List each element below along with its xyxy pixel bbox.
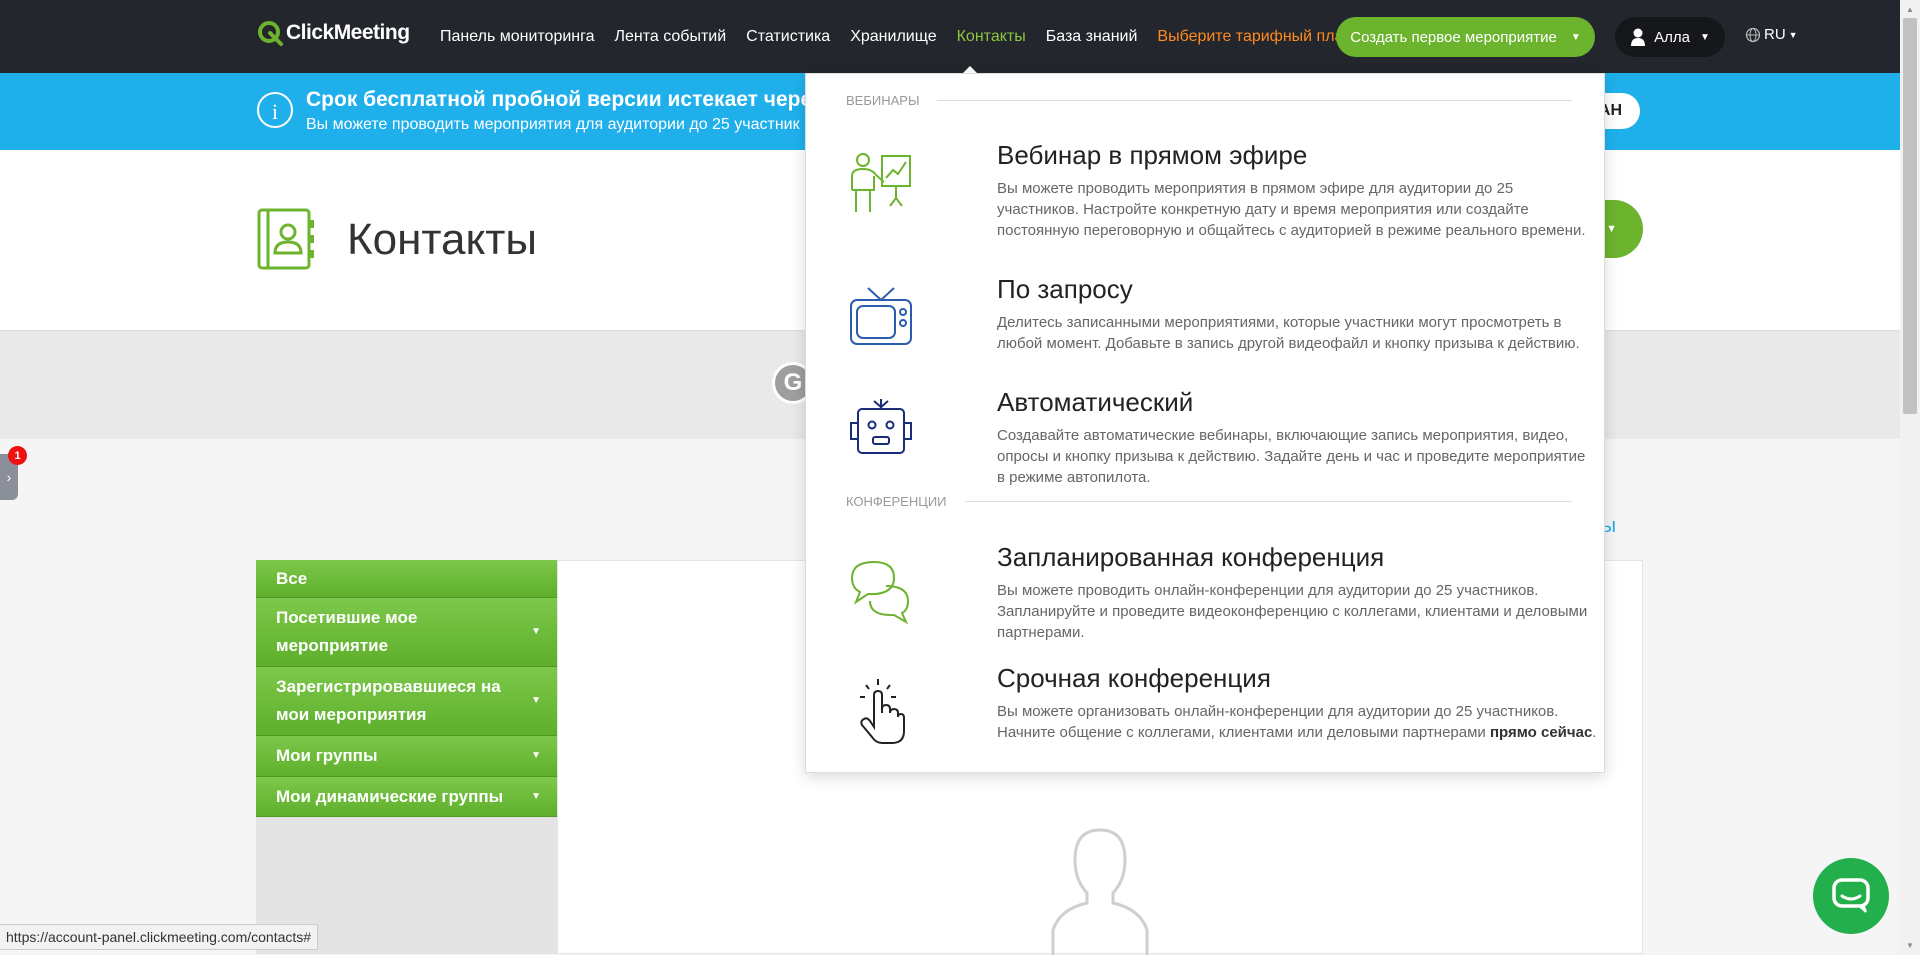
caret-down-icon: ▼ bbox=[1570, 31, 1581, 43]
sidebar-item-label: Мои динамические группы bbox=[276, 786, 504, 806]
menu-item-title: Запланированная конференция bbox=[997, 542, 1385, 572]
section-heading-webinars: Вебинары bbox=[846, 93, 1572, 108]
logo-icon bbox=[258, 21, 283, 46]
user-menu-button[interactable]: Алла ▼ bbox=[1615, 17, 1725, 57]
caret-down-icon: ▼ bbox=[1788, 29, 1798, 40]
menu-item-scheduled-conference[interactable]: Запланированная конференция Вы можете пр… bbox=[846, 542, 1587, 652]
menu-item-description: Вы можете организовать онлайн-конференци… bbox=[997, 701, 1597, 743]
main-nav: Панель мониторинга Лента событий Статист… bbox=[440, 0, 1372, 73]
presenter-icon bbox=[851, 153, 911, 212]
section-heading-label: Конференции bbox=[846, 494, 947, 509]
clickmeeting-logo[interactable]: ClickMeeting bbox=[257, 20, 410, 46]
user-avatar-icon bbox=[1631, 28, 1646, 46]
user-name: Алла bbox=[1654, 28, 1690, 46]
trial-title: Срок бесплатной пробной версии истекает … bbox=[306, 88, 823, 111]
sidebar-item-registered[interactable]: Зарегистрировавшиеся на мои мероприятия … bbox=[256, 667, 557, 736]
sidebar-item-attended[interactable]: Посетившие мое мероприятие ▼ bbox=[256, 598, 557, 667]
menu-item-title: Вебинар в прямом эфире bbox=[997, 140, 1308, 170]
sidebar-item-label: Все bbox=[276, 568, 308, 588]
nav-knowledge-base[interactable]: База знаний bbox=[1046, 28, 1138, 46]
menu-item-automated[interactable]: Автоматический Создавайте автоматические… bbox=[846, 387, 1585, 507]
notification-badge: 1 bbox=[8, 446, 27, 465]
address-book-icon bbox=[257, 208, 314, 270]
create-first-event-button[interactable]: Создать первое мероприятие ▼ bbox=[1336, 17, 1595, 57]
create-event-dropdown: Вебинары Вебинар в прямом эфире Вы может… bbox=[805, 73, 1605, 773]
section-heading-conferences: Конференции bbox=[846, 494, 1572, 509]
chevron-right-icon: › bbox=[6, 469, 12, 485]
globe-icon bbox=[1745, 27, 1761, 42]
page-title: Контакты bbox=[347, 215, 538, 264]
language-code: RU bbox=[1764, 26, 1786, 43]
browser-status-bar: https://account-panel.clickmeeting.com/c… bbox=[0, 924, 319, 950]
caret-down-icon: ▼ bbox=[1606, 223, 1617, 235]
trial-subtitle: Вы можете проводить мероприятия для ауди… bbox=[306, 116, 800, 133]
menu-item-on-demand[interactable]: По запросу Делитесь записанными мероприя… bbox=[846, 274, 1580, 374]
person-placeholder-icon bbox=[1051, 828, 1149, 955]
menu-item-title: Срочная конференция bbox=[997, 663, 1271, 693]
caret-down-icon: ▼ bbox=[531, 750, 541, 761]
caret-down-icon: ▼ bbox=[1699, 31, 1710, 43]
nav-event-feed[interactable]: Лента событий bbox=[615, 28, 727, 46]
description-text: Вы можете организовать онлайн-конференци… bbox=[997, 703, 1559, 741]
robot-icon bbox=[850, 399, 912, 454]
live-chat-button[interactable] bbox=[1813, 858, 1889, 934]
nav-storage[interactable]: Хранилище bbox=[850, 28, 936, 46]
sidebar-item-all[interactable]: Все bbox=[256, 560, 557, 598]
sidebar-item-dynamic-groups[interactable]: Мои динамические группы ▼ bbox=[256, 777, 557, 817]
caret-down-icon: ▼ bbox=[531, 695, 541, 706]
sidebar-item-label: Мои группы bbox=[276, 746, 378, 765]
menu-item-description: Делитесь записанными мероприятиями, кото… bbox=[997, 314, 1580, 352]
nav-choose-plan[interactable]: Выберите тарифный план bbox=[1157, 28, 1352, 46]
sidebar-item-my-groups[interactable]: Мои группы ▼ bbox=[256, 736, 557, 777]
logo-text: ClickMeeting bbox=[286, 21, 410, 44]
info-icon: i bbox=[257, 92, 293, 128]
description-end: . bbox=[1592, 724, 1597, 741]
chat-icon bbox=[1832, 878, 1870, 913]
scroll-down-arrow-icon[interactable]: ▼ bbox=[1900, 936, 1920, 954]
nav-contacts[interactable]: Контакты bbox=[957, 28, 1026, 46]
divider bbox=[937, 100, 1572, 101]
create-button-label: Создать первое мероприятие bbox=[1350, 28, 1557, 46]
language-selector[interactable]: RU ▼ bbox=[1745, 26, 1798, 43]
menu-item-title: Автоматический bbox=[997, 387, 1194, 417]
tv-icon bbox=[850, 287, 912, 345]
chat-bubbles-icon bbox=[850, 560, 910, 625]
description-emphasis: прямо сейчас bbox=[1489, 724, 1593, 741]
sidebar-item-label: Зарегистрировавшиеся на мои мероприятия bbox=[276, 677, 501, 724]
contacts-sidebar: Все Посетившие мое мероприятие ▼ Зарегис… bbox=[256, 560, 557, 954]
menu-item-description: Вы можете проводить мероприятия в прямом… bbox=[997, 180, 1586, 239]
divider bbox=[964, 501, 1572, 502]
menu-item-description: Создавайте автоматические вебинары, вклю… bbox=[997, 427, 1586, 486]
sidebar-item-label: Посетившие мое мероприятие bbox=[276, 608, 418, 655]
scrollbar-thumb[interactable] bbox=[1903, 18, 1917, 414]
menu-item-instant-conference[interactable]: Срочная конференция Вы можете организова… bbox=[846, 663, 1596, 753]
tap-icon bbox=[860, 679, 905, 744]
scroll-up-arrow-icon[interactable]: ▲ bbox=[1900, 0, 1920, 18]
menu-item-description: Вы можете проводить онлайн-конференции д… bbox=[997, 582, 1588, 641]
nav-dashboard[interactable]: Панель мониторинга bbox=[440, 28, 595, 46]
menu-item-title: По запросу bbox=[997, 274, 1133, 304]
nav-statistics[interactable]: Статистика bbox=[746, 28, 830, 46]
section-heading-label: Вебинары bbox=[846, 93, 920, 108]
caret-down-icon: ▼ bbox=[531, 626, 541, 637]
menu-item-live-webinar[interactable]: Вебинар в прямом эфире Вы можете проводи… bbox=[846, 140, 1586, 260]
caret-down-icon: ▼ bbox=[531, 790, 541, 802]
